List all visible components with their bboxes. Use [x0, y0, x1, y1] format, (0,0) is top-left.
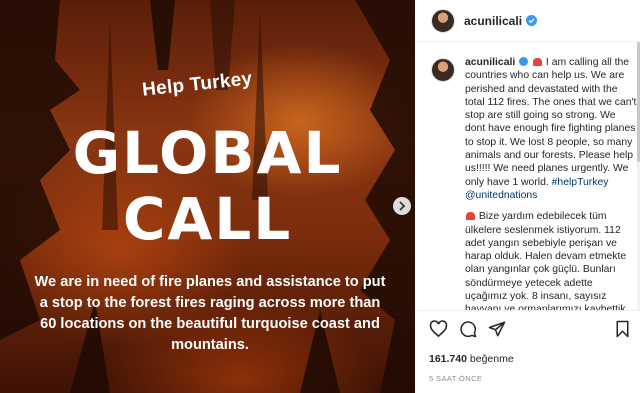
like-count-label: beğenme: [469, 353, 514, 365]
post-image-body-text: We are in need of fire planes and assist…: [34, 274, 386, 353]
header-username[interactable]: acunilicali: [464, 14, 522, 28]
caption-area: acunilicali I am calling all the countri…: [431, 56, 637, 310]
next-image-button[interactable]: [393, 197, 411, 215]
avatar[interactable]: [431, 8, 455, 33]
headline-line-2: CALL: [122, 185, 293, 253]
post-header: acunilicali: [415, 0, 640, 42]
heart-icon: [429, 319, 448, 337]
siren-emoji-icon: [533, 58, 543, 66]
like-count[interactable]: 161.740 beğenme: [429, 353, 640, 365]
fire-emoji-icon: [519, 57, 529, 66]
headline: GLOBAL CALL: [0, 120, 415, 252]
bookmark-icon: [616, 320, 629, 337]
post-timestamp[interactable]: 5 SAAT ÖNCE: [429, 374, 640, 383]
share-button[interactable]: [488, 320, 506, 343]
post-actions: 161.740 beğenme 5 SAAT ÖNCE: [415, 310, 640, 383]
comment-button[interactable]: [459, 320, 477, 343]
caption-username[interactable]: acunilicali: [465, 57, 515, 68]
post-side-panel: acunilicali acunilicali I am calling all…: [415, 0, 640, 393]
share-icon: [488, 321, 506, 336]
mention-link[interactable]: @unitednations: [465, 190, 537, 201]
comment-icon: [460, 320, 477, 337]
next-arrow-icon: [399, 201, 406, 211]
post-image[interactable]: Help Turkey GLOBAL CALL We are in need o…: [0, 0, 415, 393]
hashtag-link[interactable]: #helpTurkey: [552, 177, 609, 188]
siren-emoji-icon: [466, 212, 475, 221]
caption-text: acunilicali I am calling all the countri…: [465, 56, 637, 202]
caption-turkish-block: Bize yardım edebilecek tüm ülkelere sesl…: [465, 210, 637, 310]
like-count-value: 161.740: [429, 353, 467, 365]
save-button[interactable]: [615, 320, 630, 343]
verified-icon: [526, 15, 538, 26]
caption-avatar[interactable]: [431, 58, 455, 82]
headline-line-1: GLOBAL: [72, 119, 343, 187]
caption-english: I am calling all the countries who can h…: [465, 57, 637, 188]
like-button[interactable]: [429, 319, 448, 343]
caption-turkish: Bize yardım edebilecek tüm ülkelere sesl…: [465, 211, 629, 310]
